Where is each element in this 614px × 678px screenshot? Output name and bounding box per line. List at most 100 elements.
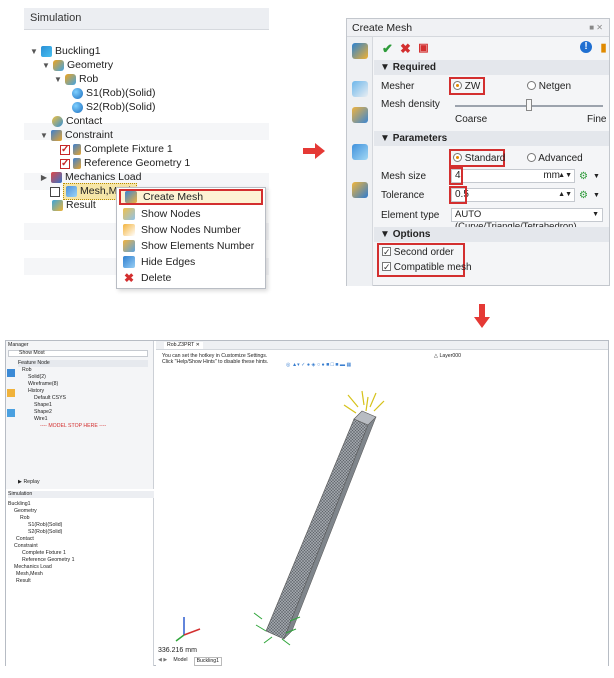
radio-icon: [453, 153, 462, 162]
mesh-tool-icon[interactable]: [352, 43, 368, 59]
chevron-down-icon[interactable]: ▼: [42, 58, 50, 73]
menu-item-delete[interactable]: ✖ Delete: [119, 270, 263, 286]
window-controls[interactable]: ■ ✕: [589, 19, 609, 36]
show-mode-select[interactable]: Show Most: [8, 350, 148, 357]
tree-item-geometry[interactable]: ▼ Geometry: [42, 58, 113, 73]
menu-item-create-mesh[interactable]: Create Mesh: [119, 189, 263, 205]
tab-buckling1[interactable]: Buckling1: [193, 657, 223, 666]
tree-item-buckling[interactable]: ▼ Buckling1: [30, 44, 101, 59]
mesher-netgen-radio[interactable]: Netgen: [527, 80, 571, 94]
menu-item-hide-edges[interactable]: Hide Edges: [119, 254, 263, 270]
feature-tree-item[interactable]: Wireframe(8): [20, 381, 106, 388]
tree-item-solid2[interactable]: S2(Rob)(Solid): [72, 100, 155, 115]
sim-tree-item[interactable]: Buckling1: [8, 501, 74, 508]
menu-label: Delete: [141, 272, 172, 284]
feature-tree-item[interactable]: Solid(2): [20, 374, 106, 381]
feature-tree-item[interactable]: Shape2: [20, 409, 106, 416]
chevron-down-icon[interactable]: ▼: [593, 170, 600, 184]
tree-item-contact[interactable]: Contact: [52, 114, 102, 129]
chevron-down-icon[interactable]: ▼: [30, 44, 38, 59]
view-icon[interactable]: [7, 409, 15, 417]
tree-label: Geometry: [67, 59, 114, 71]
advanced-radio[interactable]: Advanced: [527, 152, 583, 166]
pin-icon[interactable]: ▮: [596, 41, 611, 56]
tab-rob[interactable]: Rob.Z3PRT ✕: [164, 342, 203, 349]
sim-tree-item[interactable]: S1(Rob)(Solid): [8, 522, 74, 529]
visibility-checkbox[interactable]: [60, 142, 70, 157]
tree-item-fixture[interactable]: Complete Fixture 1: [60, 142, 173, 157]
sim-tree-item[interactable]: Contact: [8, 536, 74, 543]
section-required[interactable]: ▼ Required: [374, 60, 609, 75]
help-icon[interactable]: !: [580, 41, 592, 53]
tree-item-solid1[interactable]: S1(Rob)(Solid): [72, 86, 155, 101]
section-options[interactable]: ▼ Options: [374, 227, 609, 242]
apply-icon[interactable]: ▣: [416, 41, 431, 56]
sim-tree-item[interactable]: Constraint: [8, 543, 74, 550]
ok-icon[interactable]: ✔: [380, 41, 395, 56]
sim-tree-item[interactable]: Complete Fixture 1: [8, 550, 74, 557]
load-tool-icon[interactable]: [352, 144, 368, 160]
tree-item-reference[interactable]: Reference Geometry 1: [60, 156, 190, 171]
feature-tree-item[interactable]: Shape1: [20, 402, 106, 409]
visibility-checkbox[interactable]: [50, 186, 60, 197]
compatible-mesh-checkbox[interactable]: Compatible mesh: [382, 260, 472, 275]
measure-icon[interactable]: ⚙: [579, 170, 588, 184]
tree-label: Buckling1: [55, 45, 101, 57]
section-parameters[interactable]: ▼ Parameters: [374, 131, 609, 146]
assembly-icon[interactable]: [7, 389, 15, 397]
layer-select[interactable]: △ Layer000: [434, 353, 461, 360]
chevron-down-icon[interactable]: ▼: [592, 209, 599, 221]
part-icon[interactable]: [7, 369, 15, 377]
tolerance-input[interactable]: 0.5 ▲▼: [451, 188, 575, 202]
chevron-down-icon[interactable]: ▼: [593, 189, 600, 203]
cancel-icon[interactable]: ✖: [398, 41, 413, 56]
tab-model[interactable]: Model: [173, 657, 187, 666]
sim-tree-item[interactable]: Result: [8, 578, 74, 585]
constraint-tool-icon[interactable]: [352, 107, 368, 123]
chevron-right-icon[interactable]: ▶: [40, 170, 48, 185]
tree-item-result[interactable]: Result: [52, 198, 96, 213]
mesher-zw-radio[interactable]: ZW: [453, 80, 480, 94]
sim-tree-item[interactable]: Rob: [8, 515, 74, 522]
feature-tree-item[interactable]: Default CSYS: [20, 395, 106, 402]
spinner-icon[interactable]: ▲▼: [558, 189, 572, 201]
feature-tree-item[interactable]: History: [20, 388, 106, 395]
feature-tree-item[interactable]: Rob: [20, 367, 106, 374]
element-type-select[interactable]: AUTO (Curve/Triangle/Tetrahedron) ▼: [451, 208, 603, 232]
second-order-checkbox[interactable]: Second order: [382, 245, 454, 260]
chevron-down-icon[interactable]: ▼: [40, 128, 48, 143]
analysis-tool-icon[interactable]: [352, 182, 368, 198]
tree-item-constraint[interactable]: ▼ Constraint: [40, 128, 113, 143]
measure-icon[interactable]: ⚙: [579, 189, 588, 203]
feature-tree-item[interactable]: Wire1: [20, 416, 106, 423]
chevron-down-icon[interactable]: ▼: [54, 72, 62, 87]
slider-knob[interactable]: [526, 99, 532, 111]
toolbar-icons[interactable]: ◎ ▲▾ ✓ ● ◈ ○ ● ■ □ ■ ▬ ▦: [286, 362, 351, 368]
sim-tree-item[interactable]: Mechanics Load: [8, 564, 74, 571]
replay-row[interactable]: ▶ Replay: [18, 479, 40, 486]
standard-radio[interactable]: Standard: [453, 152, 505, 166]
menu-item-show-nodes-number[interactable]: Show Nodes Number: [119, 222, 263, 238]
axis-triad-icon: [175, 617, 201, 642]
tree-item-rob[interactable]: ▼ Rob: [54, 72, 98, 87]
checkbox-icon: [382, 245, 391, 259]
sim-tree-item[interactable]: Reference Geometry 1: [8, 557, 74, 564]
rod-mesh-model[interactable]: [216, 381, 516, 646]
menu-item-show-elements-number[interactable]: Show Elements Number: [119, 238, 263, 254]
material-tool-icon[interactable]: [352, 81, 368, 97]
menu-item-show-nodes[interactable]: Show Nodes: [119, 206, 263, 222]
tolerance-label: Tolerance: [381, 190, 425, 201]
sim-tree-item[interactable]: Geometry: [8, 508, 74, 515]
nav-arrows-icon[interactable]: ◀ ▶: [158, 657, 167, 666]
highlight-box: [449, 167, 463, 185]
visibility-checkbox[interactable]: [60, 156, 70, 171]
feature-tree-item[interactable]: ---- MODEL STOP HERE ----: [20, 423, 106, 430]
graphics-viewport[interactable]: Rob.Z3PRT ✕ You can set the hotkey in Cu…: [156, 341, 608, 666]
manager-panel: Manager Show Most Feature Node Rob Solid(…: [6, 341, 154, 489]
sim-tree-item[interactable]: S2(Rob)(Solid): [8, 529, 74, 536]
simulation-panel-small: Simulation Buckling1 Geometry Rob S1(Rob)(S…: [6, 491, 154, 666]
mesh-density-label: Mesh density: [381, 99, 440, 110]
sim-tree-item[interactable]: Mesh,Mesh: [8, 571, 74, 578]
mesh-size-input[interactable]: 4 mm ▲▼: [451, 169, 575, 183]
spinner-icon[interactable]: ▲▼: [558, 170, 572, 182]
